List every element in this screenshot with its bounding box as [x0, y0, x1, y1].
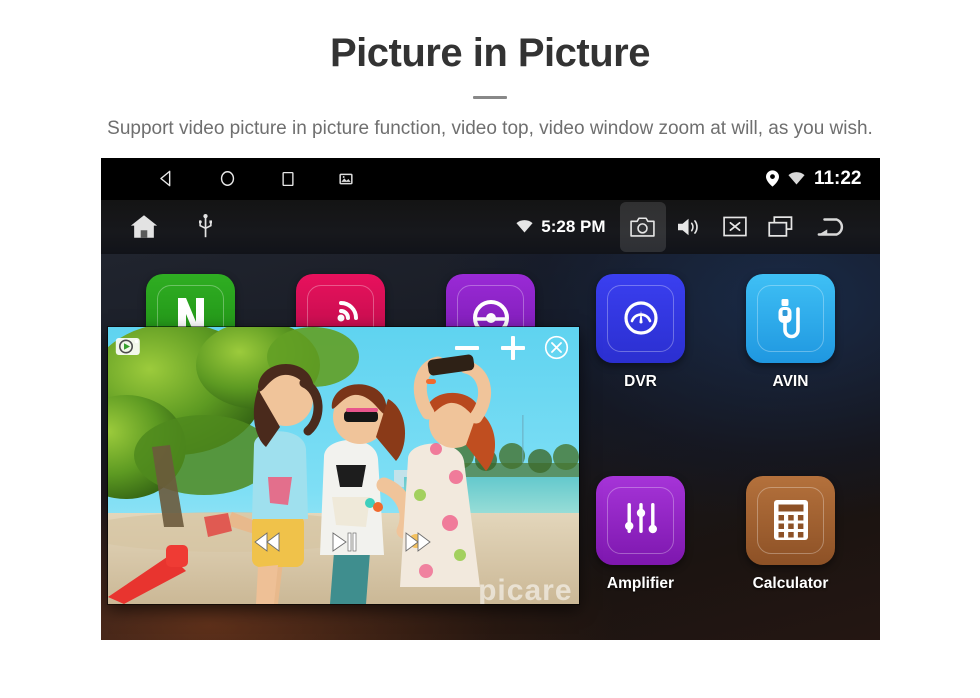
- system-toolbar: 5:28 PM: [100, 199, 880, 254]
- system-toolbar-time: 5:28 PM: [541, 216, 606, 236]
- rca-plug-icon: [746, 274, 835, 363]
- page-subtitle: Support video picture in picture functio…: [107, 118, 873, 139]
- app-icon-calculator[interactable]: Calculator: [726, 475, 856, 593]
- app-label: Amplifier: [606, 574, 675, 592]
- wifi-icon: [516, 220, 533, 233]
- wifi-icon: [788, 172, 805, 185]
- pip-next-button[interactable]: [404, 531, 434, 558]
- video-badge-icon: [115, 335, 141, 362]
- usb-icon[interactable]: [198, 214, 212, 239]
- back-icon[interactable]: [157, 169, 176, 188]
- dvr-tile[interactable]: [596, 273, 685, 363]
- status-bar-nav-group: [157, 169, 353, 188]
- title-divider: [473, 96, 507, 99]
- app-icon-dvr[interactable]: DVR: [576, 273, 706, 391]
- recents-icon[interactable]: [279, 170, 297, 188]
- pip-zoom-in-button[interactable]: [498, 333, 528, 368]
- pip-playback-controls: [108, 531, 579, 558]
- pip-close-button[interactable]: [544, 335, 569, 365]
- close-app-button[interactable]: [712, 202, 758, 252]
- calculator-icon: [746, 476, 835, 565]
- volume-button[interactable]: [666, 202, 712, 252]
- calculator-tile[interactable]: [746, 475, 835, 565]
- equalizer-icon: [596, 476, 685, 565]
- pip-window-controls: [452, 333, 569, 368]
- status-bar-indicators: 11:22: [765, 167, 862, 190]
- page-header: Picture in Picture Support video picture…: [0, 0, 980, 144]
- app-label: DVR: [624, 372, 657, 390]
- pip-video-frame: [107, 326, 579, 604]
- camera-button[interactable]: [619, 201, 666, 252]
- app-icon-amplifier[interactable]: Amplifier: [576, 475, 706, 593]
- page-title: Picture in Picture: [330, 31, 650, 75]
- system-toolbar-right: 5:28 PM: [516, 201, 858, 252]
- system-toolbar-left: [129, 213, 212, 240]
- app-label: Calculator: [752, 574, 829, 592]
- app-label: AVIN: [772, 372, 809, 390]
- pip-window[interactable]: picare: [107, 326, 579, 604]
- pip-video-surface[interactable]: [107, 326, 579, 604]
- screenshot-icon[interactable]: [338, 172, 353, 186]
- location-pin-icon: [765, 170, 779, 187]
- back-button[interactable]: [804, 202, 858, 252]
- avin-tile[interactable]: [746, 273, 835, 363]
- recent-apps-button[interactable]: [758, 202, 804, 252]
- app-icon-avin[interactable]: AVIN: [726, 273, 856, 391]
- gauge-icon: [596, 274, 685, 363]
- amplifier-tile[interactable]: [596, 475, 685, 565]
- home-icon[interactable]: [218, 169, 237, 188]
- home-button[interactable]: [129, 213, 159, 240]
- pip-previous-button[interactable]: [252, 531, 282, 558]
- android-status-bar: 11:22: [100, 157, 880, 200]
- status-bar-clock: 11:22: [813, 167, 862, 189]
- pip-play-pause-button[interactable]: [329, 531, 357, 558]
- pip-zoom-out-button[interactable]: [452, 333, 482, 368]
- device-screen: 11:22 5:28 PM DVR AVIN Amplifier Calcula…: [100, 157, 880, 640]
